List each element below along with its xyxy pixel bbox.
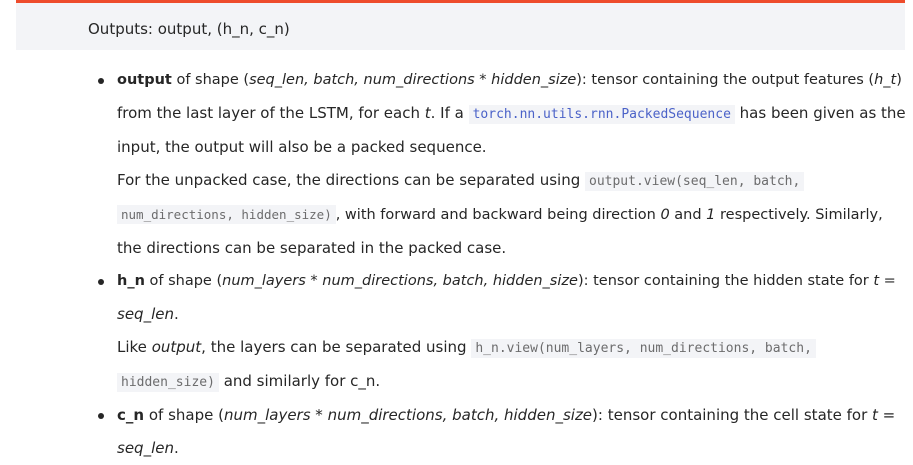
list-item-h-n: h_n of shape (num_layers * num_direction… (0, 265, 913, 399)
bullet-icon (98, 78, 104, 84)
list-item-c-n: c_n of shape (num_layers * num_direction… (0, 399, 913, 465)
packed-sequence-link[interactable]: torch.nn.utils.rnn.PackedSequence (468, 105, 735, 124)
output-view-code-cont: num_directions, hidden_size) (117, 205, 336, 224)
hn-view-code: h_n.view(num_layers, num_directions, bat… (471, 339, 816, 358)
cn-line-1: c_n of shape (num_layers * num_direction… (117, 406, 896, 424)
output-line-3: input, the output will also be a packed … (117, 138, 487, 156)
param-name-h-n: h_n (117, 273, 145, 289)
output-line-6: the directions can be separated in the p… (117, 239, 507, 257)
list-item-output: output of shape (seq_len, batch, num_dir… (0, 64, 913, 265)
output-shape: seq_len, batch, num_directions * hidden_… (249, 72, 577, 88)
param-name-output: output (117, 72, 172, 88)
hn-line-1: h_n of shape (num_layers * num_direction… (117, 273, 896, 289)
hn-view-code-cont: hidden_size) (117, 373, 219, 392)
outputs-header: Outputs: output, (h_n, c_n) (16, 0, 905, 50)
cn-line-2: seq_len. (117, 439, 179, 457)
outputs-list: output of shape (seq_len, batch, num_dir… (0, 64, 913, 465)
hn-line-2: seq_len. (117, 305, 179, 323)
output-line-5: num_directions, hidden_size), with forwa… (117, 198, 907, 232)
output-line-1: output of shape (seq_len, batch, num_dir… (117, 72, 902, 88)
hn-shape: num_layers * num_directions, batch, hidd… (222, 273, 578, 289)
bullet-icon (98, 279, 104, 285)
hn-line-3: Like output, the layers can be separated… (117, 331, 907, 365)
hn-line-4: hidden_size) and similarly for c_n. (117, 365, 907, 399)
outputs-header-text: Outputs: output, (h_n, c_n) (88, 20, 290, 38)
output-line-4: For the unpacked case, the directions ca… (117, 164, 907, 198)
cn-shape: num_layers * num_directions, batch, hidd… (223, 406, 593, 424)
param-name-c-n: c_n (117, 406, 145, 424)
output-line-2: from the last layer of the LSTM, for eac… (117, 104, 906, 124)
output-view-code: output.view(seq_len, batch, (585, 172, 805, 191)
bullet-icon (98, 413, 104, 419)
